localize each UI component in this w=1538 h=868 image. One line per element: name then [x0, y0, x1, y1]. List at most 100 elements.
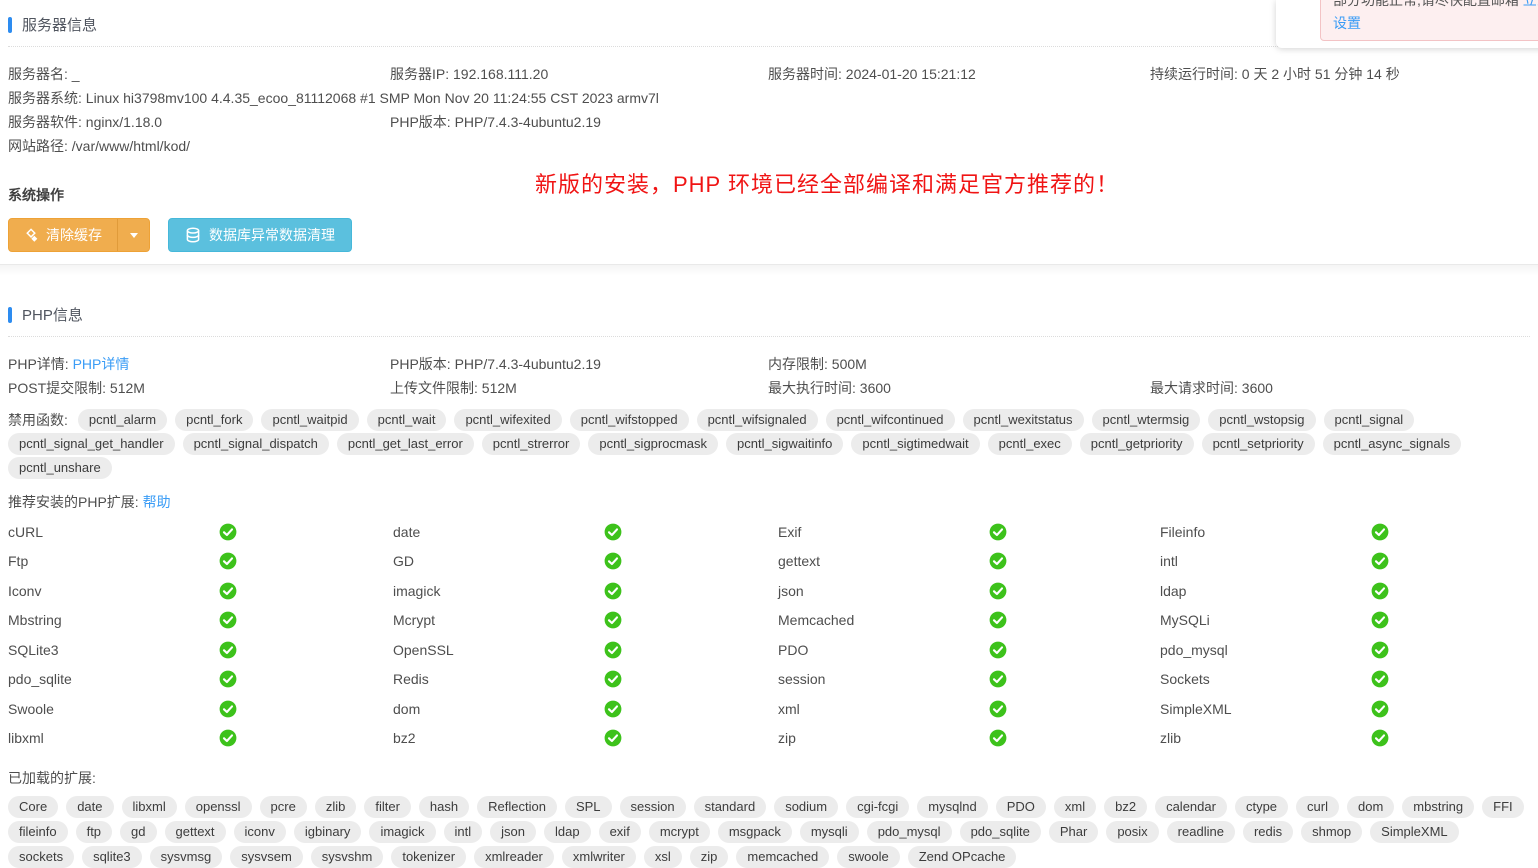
extension-name: OpenSSL — [393, 642, 454, 658]
loaded-extension-tag: FFI — [1482, 796, 1524, 818]
loaded-extension-tag: gettext — [165, 821, 226, 843]
help-link[interactable]: 帮助 — [143, 494, 171, 510]
setup-now-link[interactable]: 立即 — [1523, 0, 1538, 8]
check-ok-icon — [1371, 523, 1389, 541]
extension-row: Memcached — [778, 606, 1160, 636]
loaded-extension-tag: Reflection — [477, 796, 557, 818]
check-ok-icon — [1371, 641, 1389, 659]
clear-cache-button[interactable]: 清除缓存 — [9, 219, 117, 251]
extension-name: Redis — [393, 671, 429, 687]
check-ok-icon — [219, 611, 237, 629]
check-ok-icon — [989, 582, 1007, 600]
loaded-extension-tag: Phar — [1049, 821, 1098, 843]
check-ok-icon — [1371, 670, 1389, 688]
extension-row: OpenSSL — [393, 635, 778, 665]
loaded-extension-tag: shmop — [1301, 821, 1362, 843]
extension-name: SQLite3 — [8, 642, 59, 658]
extension-row: Sockets — [1160, 665, 1530, 695]
loaded-extension-tag: mysqli — [800, 821, 859, 843]
extension-row: imagick — [393, 576, 778, 606]
disabled-function-tag: pcntl_signal_get_handler — [8, 433, 175, 455]
disabled-function-tag: pcntl_exec — [988, 433, 1072, 455]
loaded-extension-tag: sysvmsg — [150, 846, 223, 868]
disabled-function-tag: pcntl_signal — [1324, 409, 1415, 431]
check-ok-icon — [1371, 611, 1389, 629]
clear-cache-dropdown-toggle[interactable] — [117, 219, 149, 251]
extension-name: session — [778, 671, 825, 687]
upload-limit-field: 上传文件限制: 512M — [390, 376, 768, 400]
clear-cache-split-button[interactable]: 清除缓存 — [8, 218, 150, 252]
loaded-extension-tag: hash — [419, 796, 469, 818]
server-software-field: 服务器软件: nginx/1.18.0 — [8, 110, 390, 134]
extension-name: ldap — [1160, 583, 1186, 599]
extension-name: zlib — [1160, 730, 1181, 746]
clear-cache-icon — [24, 228, 39, 243]
loaded-extension-tag: sodium — [774, 796, 838, 818]
recommended-extensions-grid: cURL date Exif — [8, 517, 1530, 753]
extension-row: Ftp — [8, 547, 393, 577]
disabled-function-tag: pcntl_alarm — [78, 409, 167, 431]
check-ok-icon — [604, 670, 622, 688]
disabled-function-tag: pcntl_sigwaitinfo — [726, 433, 843, 455]
extension-row: Exif — [778, 517, 1160, 547]
extension-row: Mcrypt — [393, 606, 778, 636]
check-ok-icon — [604, 700, 622, 718]
check-ok-icon — [989, 611, 1007, 629]
check-ok-icon — [219, 582, 237, 600]
check-ok-icon — [219, 729, 237, 747]
loaded-extensions-label: 已加载的扩展: — [8, 768, 1530, 788]
extension-name: MySQLi — [1160, 612, 1210, 628]
server-ip-field: 服务器IP: 192.168.111.20 — [390, 62, 768, 86]
disabled-function-tag: pcntl_wexitstatus — [963, 409, 1084, 431]
extension-name: xml — [778, 701, 800, 717]
disabled-function-tag: pcntl_wstopsig — [1208, 409, 1315, 431]
loaded-extension-tag: date — [66, 796, 113, 818]
loaded-extension-tag: session — [620, 796, 686, 818]
loaded-extension-tag: pdo_mysql — [867, 821, 952, 843]
loaded-extension-tag: bz2 — [1104, 796, 1147, 818]
db-clean-label: 数据库异常数据清理 — [209, 225, 335, 245]
alert-text-line1: 部分功能正常,请尽快配置邮箱 立即 — [1333, 0, 1538, 12]
extension-name: gettext — [778, 553, 820, 569]
loaded-extension-tag: xsl — [644, 846, 682, 868]
setup-link[interactable]: 设置 — [1333, 15, 1361, 31]
disabled-function-tag: pcntl_get_last_error — [337, 433, 474, 455]
loaded-extension-tag: gd — [120, 821, 156, 843]
extension-row: libxml — [8, 724, 393, 754]
extension-row: Iconv — [8, 576, 393, 606]
extension-row: zip — [778, 724, 1160, 754]
extension-name: Mbstring — [8, 612, 62, 628]
extension-row: json — [778, 576, 1160, 606]
loaded-extension-tag: ldap — [544, 821, 591, 843]
loaded-extension-tag: xmlreader — [474, 846, 554, 868]
extension-name: Sockets — [1160, 671, 1210, 687]
extension-name: bz2 — [393, 730, 416, 746]
check-ok-icon — [1371, 582, 1389, 600]
loaded-extension-tag: pcre — [260, 796, 307, 818]
extension-name: SimpleXML — [1160, 701, 1232, 717]
loaded-extension-tag: ftp — [76, 821, 112, 843]
disabled-function-tag: pcntl_getpriority — [1080, 433, 1194, 455]
php-detail-link[interactable]: PHP详情 — [73, 356, 130, 372]
loaded-extension-tag: ctype — [1235, 796, 1288, 818]
loaded-extension-tag: intl — [444, 821, 483, 843]
chevron-down-icon — [130, 233, 138, 238]
disabled-function-tag: pcntl_sigtimedwait — [851, 433, 979, 455]
disabled-function-tag: pcntl_fork — [175, 409, 253, 431]
check-ok-icon — [219, 523, 237, 541]
check-ok-icon — [989, 670, 1007, 688]
extension-row: GD — [393, 547, 778, 577]
loaded-extension-tag: imagick — [369, 821, 435, 843]
server-php-version-field: PHP版本: PHP/7.4.3-4ubuntu2.19 — [390, 110, 768, 134]
extension-name: pdo_sqlite — [8, 671, 72, 687]
extension-row: Mbstring — [8, 606, 393, 636]
disabled-function-tag: pcntl_async_signals — [1323, 433, 1461, 455]
extension-row: gettext — [778, 547, 1160, 577]
extension-name: PDO — [778, 642, 808, 658]
loaded-extension-tag: msgpack — [718, 821, 792, 843]
recommended-extensions-header: 推荐安装的PHP扩展: 帮助 — [8, 492, 1530, 512]
check-ok-icon — [604, 611, 622, 629]
max-exec-time-field: 最大执行时间: 3600 — [768, 376, 1150, 400]
extension-name: zip — [778, 730, 796, 746]
db-clean-button[interactable]: 数据库异常数据清理 — [168, 218, 352, 252]
